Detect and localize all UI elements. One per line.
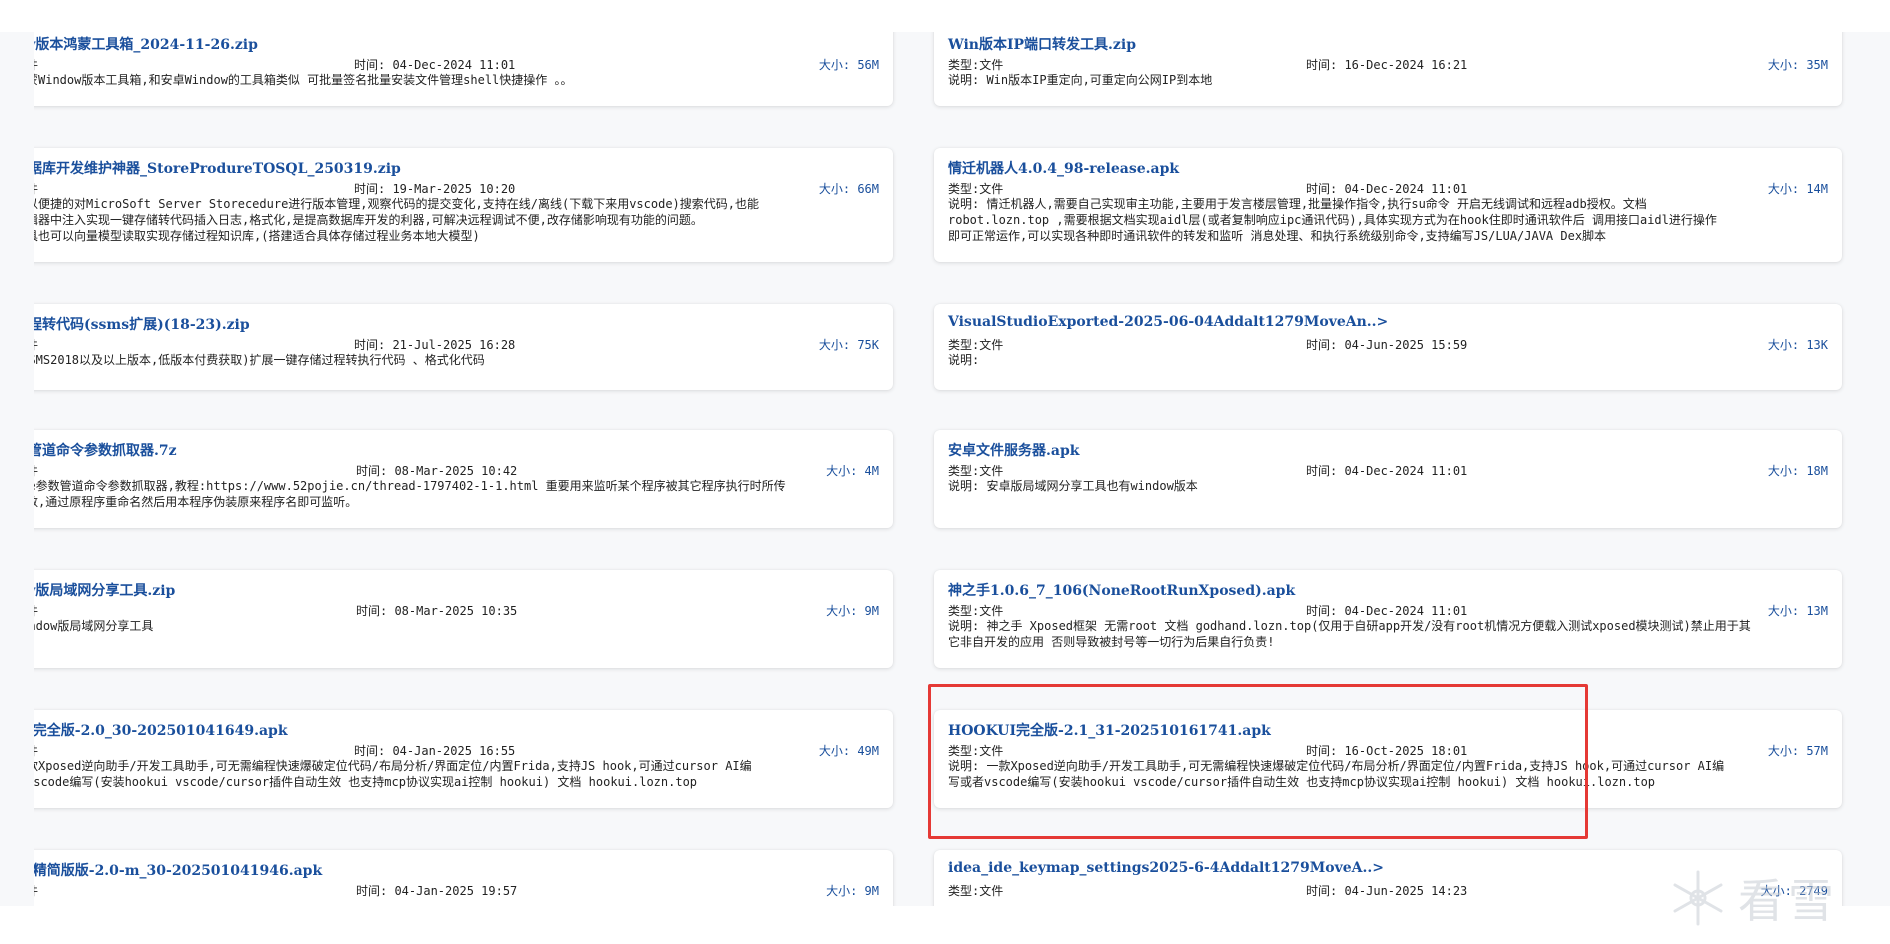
file-title-link[interactable]: Win版本IP端口转发工具.zip (948, 34, 1136, 54)
file-meta: 文件 时间: 08-Mar-2025 10:35 大小: 9M (14, 602, 879, 618)
file-size: 大小: 13K (1767, 338, 1828, 352)
file-time: 时间: 16-Dec-2024 16:21 (1306, 58, 1468, 72)
file-time: 时间: 04-Jan-2025 16:55 (354, 744, 516, 758)
file-time: 时间: 04-Jun-2025 15:59 (1306, 338, 1468, 352)
file-card[interactable]: HOOKUI完全版-2.1_31-202510161741.apk 类型:文件 … (934, 710, 1842, 808)
file-type: 类型:文件 (948, 58, 1004, 72)
file-card[interactable]: UI完全版-2.0_30-202501041649.apk 文件 时间: 04-… (0, 710, 893, 808)
file-time: 时间: 19-Mar-2025 10:20 (354, 182, 516, 196)
file-title-link[interactable]: 情迁机器人4.0.4_98-release.apk (948, 158, 1179, 178)
file-size: 大小: 9M (826, 884, 879, 898)
left-scroll-clip (0, 32, 34, 906)
file-description: 说明: 神之手 Xposed框架 无需root 文档 godhand.lozn.… (948, 619, 1751, 649)
file-meta: 类型:文件 时间: 16-Oct-2025 18:01 大小: 57M (948, 742, 1828, 758)
file-card[interactable]: Win版本IP端口转发工具.zip 类型:文件 时间: 16-Dec-2024 … (934, 32, 1842, 106)
file-meta: 类型:文件 时间: 04-Jun-2025 15:59 大小: 13K (948, 336, 1828, 352)
file-type: 类型:文件 (948, 884, 1004, 898)
file-type: 类型:文件 (948, 338, 1004, 352)
file-description: 说明: 情迁机器人,需要自己实现审主功能,主要用于发言楼层管理,批量操作指令,执… (948, 197, 1717, 243)
file-size: 大小: 18M (1767, 464, 1828, 478)
file-card[interactable]: ow版局域网分享工具.zip 文件 时间: 08-Mar-2025 10:35 … (0, 570, 893, 668)
file-title-link[interactable]: 安卓文件服务器.apk (948, 440, 1079, 460)
file-meta: 类型:文件 时间: 04-Dec-2024 11:01 大小: 14M (948, 180, 1828, 196)
file-meta: 文件 时间: 19-Mar-2025 10:20 大小: 66M (14, 180, 879, 196)
file-meta: 文件 时间: 21-Jul-2025 16:28 大小: 75K (14, 336, 879, 352)
file-time: 时间: 08-Mar-2025 10:35 (356, 604, 518, 618)
file-size: 大小: 57M (1767, 744, 1828, 758)
file-type: 类型:文件 (948, 464, 1004, 478)
file-time: 时间: 16-Oct-2025 18:01 (1306, 744, 1468, 758)
file-time: 时间: 04-Dec-2024 11:01 (354, 58, 516, 72)
file-description: (SSMS2018以及以上版本,低版本付费获取)扩展一键存储过程转执行代码 、格… (14, 353, 485, 367)
file-meta: 类型:文件 时间: 04-Dec-2024 11:01 大小: 13M (948, 602, 1828, 618)
file-type: 类型:文件 (948, 604, 1004, 618)
file-time: 时间: 08-Mar-2025 10:42 (356, 464, 518, 478)
file-title-link[interactable]: 数管道命令参数抓取器.7z (14, 440, 177, 460)
file-meta: 文件 时间: 08-Mar-2025 10:42 大小: 4M (14, 462, 879, 478)
file-card[interactable]: 数管道命令参数抓取器.7z 文件 时间: 08-Mar-2025 10:42 大… (0, 430, 893, 528)
file-size: 大小: 75K (818, 338, 879, 352)
file-size: 大小: 35M (1767, 58, 1828, 72)
file-description: 一款Xposed逆向助手/开发工具助手,可无需编程快速爆破定位代码/布局分析/界… (14, 759, 752, 789)
file-type: 类型:文件 (948, 182, 1004, 196)
file-meta: 文件 时间: 04-Jan-2025 19:57 大小: 9M (14, 882, 879, 898)
file-size: 大小: 56M (818, 58, 879, 72)
file-description: 鸿蒙Window版本工具箱,和安卓Window的工具箱类似 可批量签名批量安装文… (14, 73, 573, 87)
file-listing-viewport: ow版本鸿蒙工具箱_2024-11-26.zip 文件 时间: 04-Dec-2… (0, 0, 1890, 944)
file-description: 说明: (948, 353, 980, 367)
file-description: 可以便捷的对MicroSoft Server Storecedure进行版本管理… (14, 197, 759, 243)
file-time: 时间: 04-Dec-2024 11:01 (1306, 604, 1468, 618)
file-title-link[interactable]: UI完全版-2.0_30-202501041649.apk (14, 720, 288, 740)
file-title-link[interactable]: 过程转代码(ssms扩展)(18-23).zip (14, 314, 250, 334)
file-card[interactable]: 数据库开发维护神器_StoreProdureTOSQL_250319.zip 文… (0, 148, 893, 262)
file-title-link[interactable]: UI精简版版-2.0-m_30-202501041946.apk (14, 860, 322, 880)
file-size: 大小: 14M (1767, 182, 1828, 196)
file-description: Window版局域网分享工具 (14, 619, 154, 633)
file-card[interactable]: VisualStudioExported-2025-06-04Addalt127… (934, 304, 1842, 390)
file-listing-area: ow版本鸿蒙工具箱_2024-11-26.zip 文件 时间: 04-Dec-2… (0, 32, 1890, 906)
file-title-link[interactable]: ow版局域网分享工具.zip (14, 580, 175, 600)
file-description: 说明: 安卓版局域网分享工具也有window版本 (948, 479, 1198, 493)
file-card[interactable]: 情迁机器人4.0.4_98-release.apk 类型:文件 时间: 04-D… (934, 148, 1842, 262)
file-meta: 类型:文件 时间: 04-Dec-2024 11:01 大小: 18M (948, 462, 1828, 478)
file-title-link[interactable]: 数据库开发维护神器_StoreProdureTOSQL_250319.zip (14, 158, 401, 178)
file-size: 大小: 66M (818, 182, 879, 196)
file-time: 时间: 04-Dec-2024 11:01 (1306, 464, 1468, 478)
watermark-text: 看雪 (1738, 874, 1838, 928)
file-title-link[interactable]: HOOKUI完全版-2.1_31-202510161741.apk (948, 720, 1271, 740)
file-time: 时间: 21-Jul-2025 16:28 (354, 338, 516, 352)
file-size: 大小: 49M (818, 744, 879, 758)
file-card[interactable]: 神之手1.0.6_7_106(NoneRootRunXposed).apk 类型… (934, 570, 1842, 668)
file-meta: 类型:文件 时间: 16-Dec-2024 16:21 大小: 35M (948, 56, 1828, 72)
file-size: 大小: 9M (826, 604, 879, 618)
file-type: 类型:文件 (948, 744, 1004, 758)
file-title-link[interactable]: VisualStudioExported-2025-06-04Addalt127… (948, 314, 1388, 330)
file-description: 说明: Win版本IP重定向,可重定向公网IP到本地 (948, 73, 1213, 87)
file-card[interactable]: ow版本鸿蒙工具箱_2024-11-26.zip 文件 时间: 04-Dec-2… (0, 32, 893, 106)
file-card[interactable]: 过程转代码(ssms扩展)(18-23).zip 文件 时间: 21-Jul-2… (0, 304, 893, 390)
file-time: 时间: 04-Jan-2025 19:57 (356, 884, 518, 898)
snowflake-icon (1673, 870, 1723, 926)
file-time: 时间: 04-Jun-2025 14:23 (1306, 884, 1468, 898)
file-title-link[interactable]: 神之手1.0.6_7_106(NoneRootRunXposed).apk (948, 580, 1295, 600)
watermark: 看雪 (1668, 866, 1838, 930)
file-description: 说明: 一款Xposed逆向助手/开发工具助手,可无需编程快速爆破定位代码/布局… (948, 759, 1725, 789)
file-title-link[interactable]: idea_ide_keymap_settings2025-6-4Addalt12… (948, 860, 1384, 876)
file-size: 大小: 13M (1767, 604, 1828, 618)
file-meta: 文件 时间: 04-Jan-2025 16:55 大小: 49M (14, 742, 879, 758)
file-card[interactable]: UI精简版版-2.0-m_30-202501041946.apk 文件 时间: … (0, 850, 893, 906)
file-time: 时间: 04-Dec-2024 11:01 (1306, 182, 1468, 196)
file-title-link[interactable]: ow版本鸿蒙工具箱_2024-11-26.zip (14, 34, 258, 54)
file-meta: 文件 时间: 04-Dec-2024 11:01 大小: 56M (14, 56, 879, 72)
file-description: exe参数管道命令参数抓取器,教程:https://www.52pojie.cn… (14, 479, 786, 509)
file-card[interactable]: 安卓文件服务器.apk 类型:文件 时间: 04-Dec-2024 11:01 … (934, 430, 1842, 528)
file-size: 大小: 4M (826, 464, 879, 478)
